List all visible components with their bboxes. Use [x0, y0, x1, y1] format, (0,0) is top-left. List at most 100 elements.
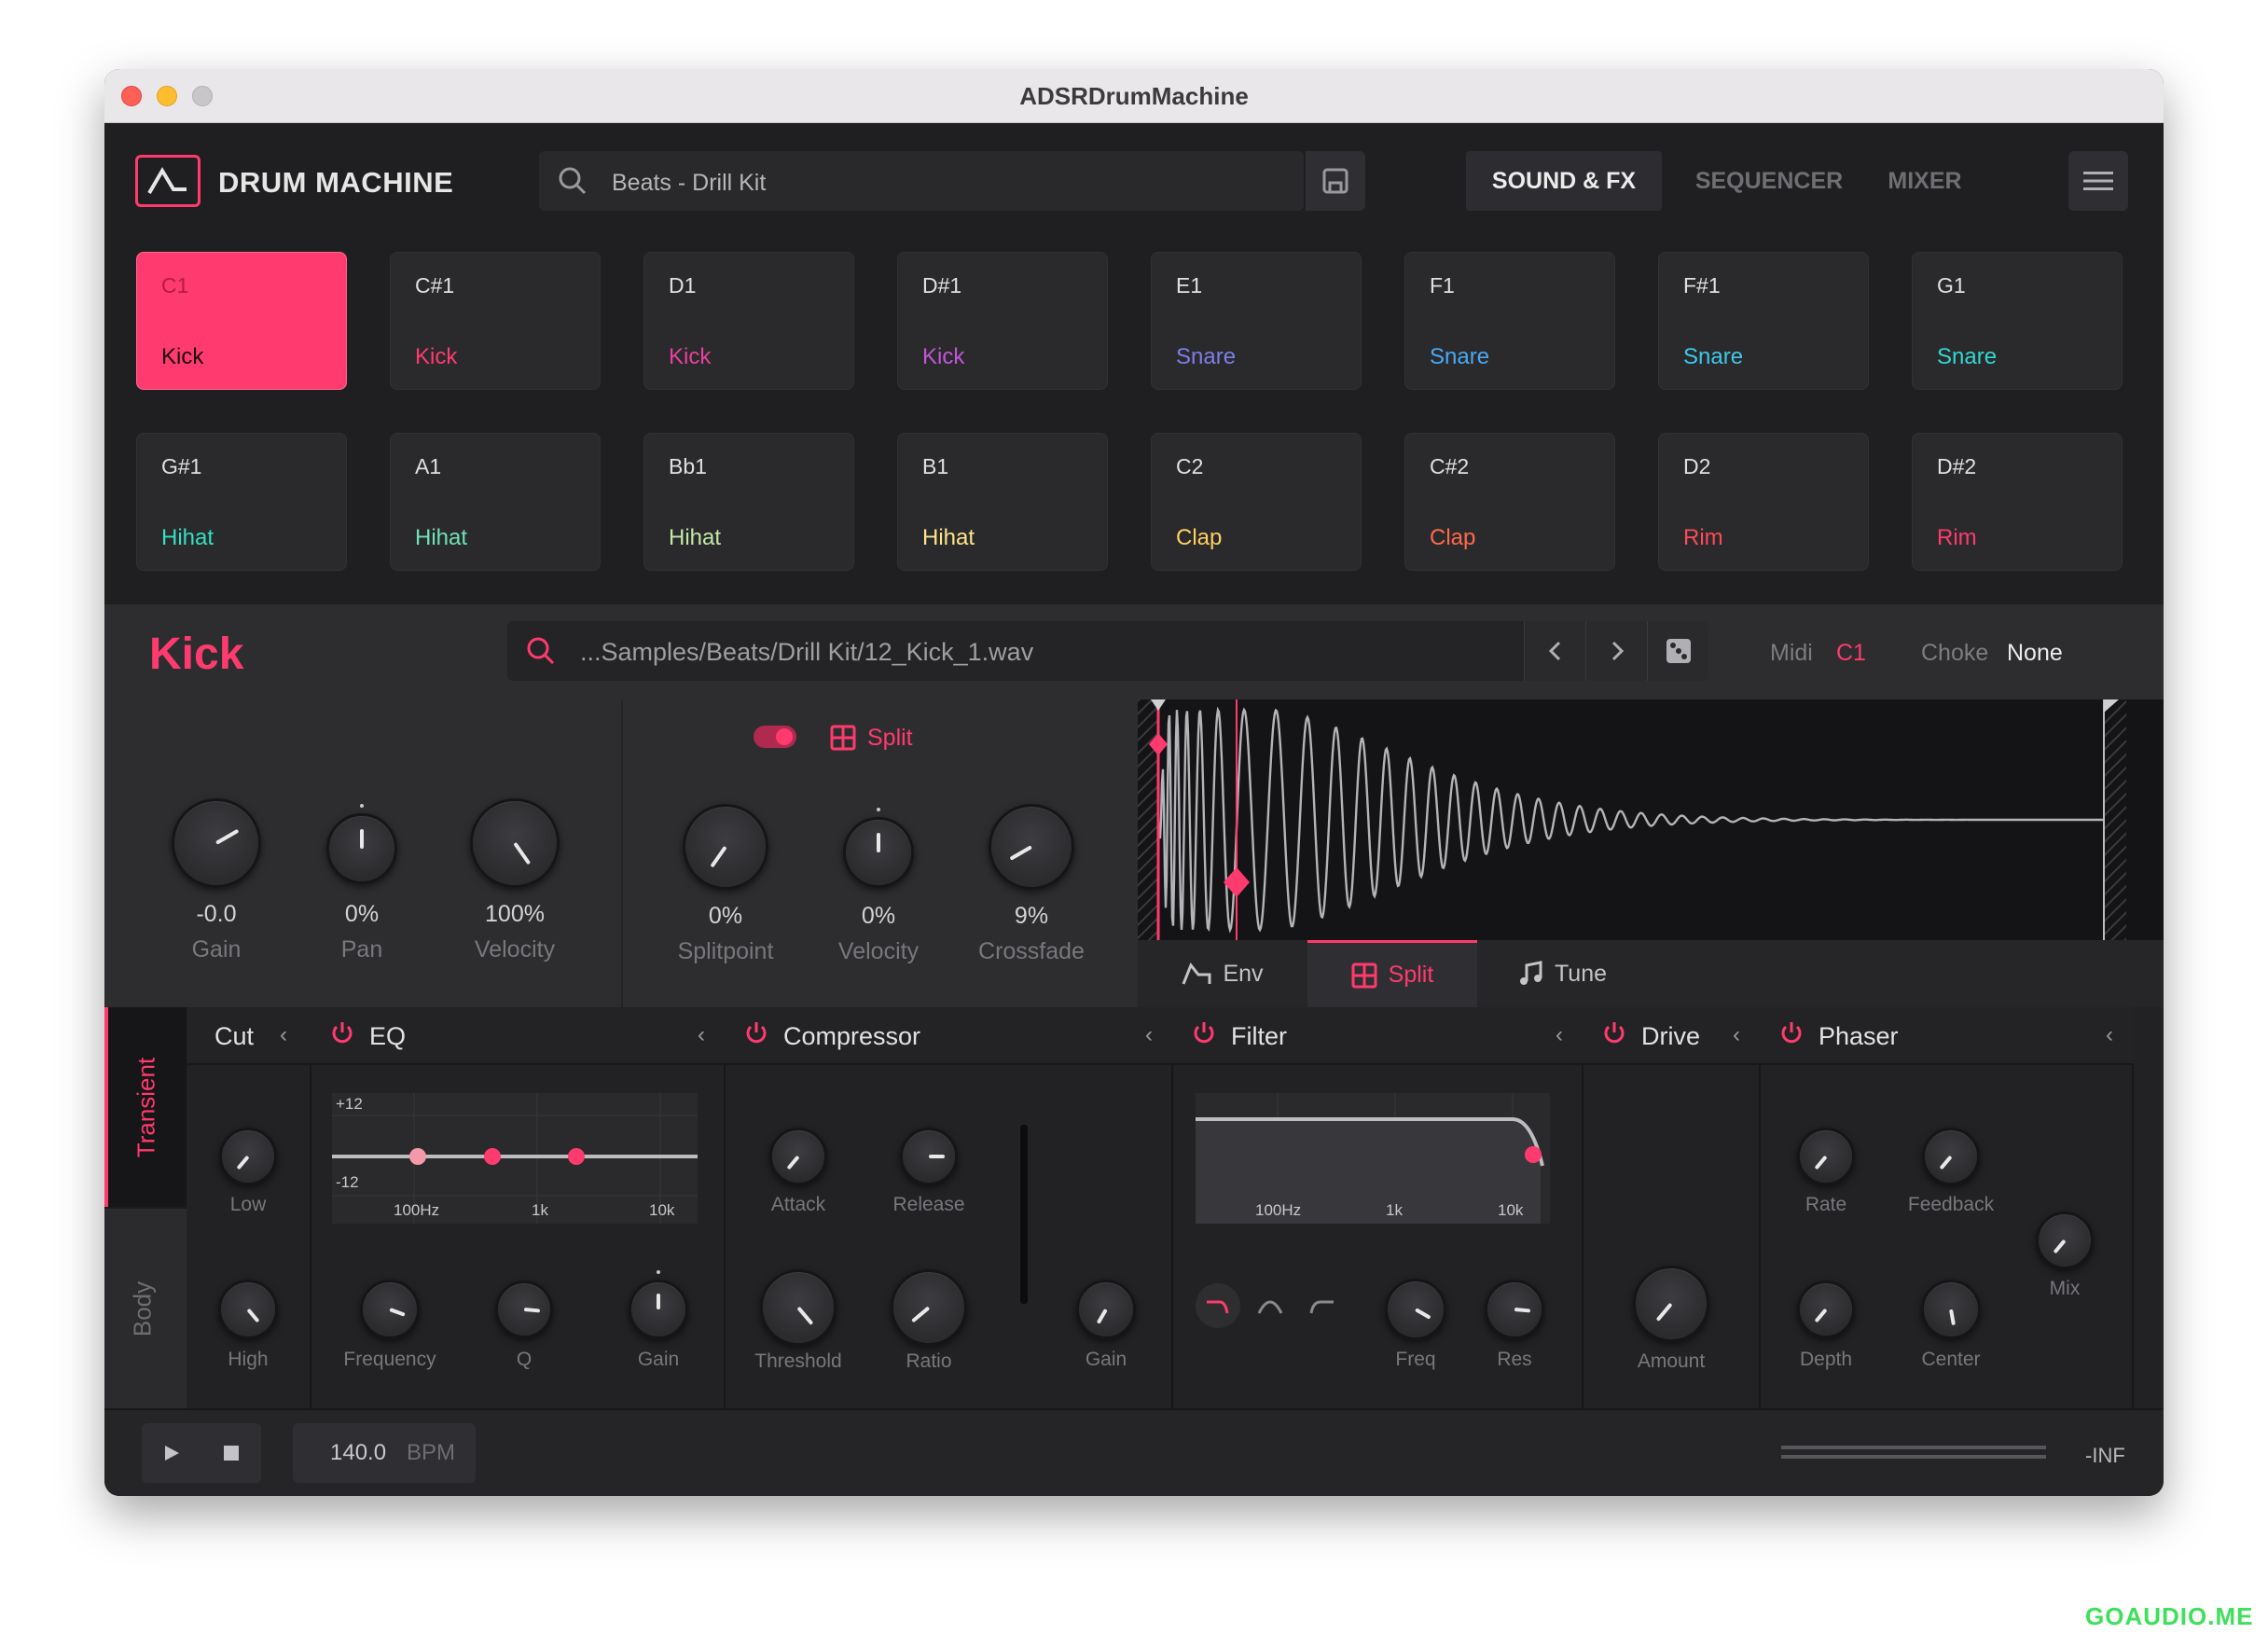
- preset-name[interactable]: Beats - Drill Kit: [612, 170, 766, 197]
- comp-gain-knob[interactable]: [1076, 1280, 1136, 1339]
- chevron-left-icon[interactable]: ‹: [698, 1022, 705, 1048]
- lowpass-button[interactable]: [1196, 1283, 1240, 1328]
- pad-sound-name: Hihat: [922, 525, 975, 550]
- sample-path[interactable]: ...Samples/Beats/Drill Kit/12_Kick_1.wav: [580, 638, 1033, 667]
- pad-note: D1: [669, 273, 697, 298]
- drum-pad[interactable]: C#1 Kick: [390, 252, 601, 390]
- drum-pad[interactable]: E1 Snare: [1151, 252, 1362, 390]
- tab-tune[interactable]: Tune: [1477, 940, 1647, 1007]
- transport-buttons: [142, 1423, 261, 1483]
- phaser-depth-knob[interactable]: [1797, 1281, 1855, 1338]
- drum-pad[interactable]: D#1 Kick: [897, 252, 1108, 390]
- waveform[interactable]: [1138, 699, 2164, 940]
- drum-pad[interactable]: A1 Hihat: [390, 433, 601, 571]
- eq-gain-knob[interactable]: [629, 1280, 688, 1339]
- menu-button[interactable]: [2068, 151, 2128, 211]
- threshold-knob[interactable]: [760, 1269, 837, 1346]
- tab-body[interactable]: Body: [104, 1209, 187, 1408]
- random-sample-button[interactable]: [1647, 621, 1708, 681]
- pad-sound-name: Clap: [1430, 525, 1476, 550]
- chevron-left-icon[interactable]: ‹: [1145, 1022, 1153, 1048]
- chevron-left-icon[interactable]: ‹: [1556, 1022, 1563, 1048]
- tab-transient[interactable]: Transient: [104, 1007, 187, 1207]
- splitpoint-knob[interactable]: [683, 804, 768, 890]
- waveform-display[interactable]: [1138, 699, 2164, 940]
- power-icon[interactable]: [330, 1020, 354, 1045]
- drum-pad[interactable]: C#2 Clap: [1404, 433, 1615, 571]
- drum-pad[interactable]: F1 Snare: [1404, 252, 1615, 390]
- save-button[interactable]: [1306, 151, 1365, 211]
- phaser-center-knob[interactable]: [1921, 1280, 1981, 1339]
- window-title: ADSRDrumMachine: [1019, 82, 1249, 110]
- drum-pad[interactable]: C1 Kick: [136, 252, 347, 390]
- filter-cutoff-point: [1525, 1146, 1542, 1163]
- pad-sound-name: Snare: [1937, 344, 1998, 369]
- drum-pad[interactable]: D2 Rim: [1658, 433, 1869, 571]
- pan-label: Pan: [340, 936, 383, 962]
- velocity-knob[interactable]: [470, 798, 560, 888]
- eq-q-knob[interactable]: [495, 1281, 553, 1338]
- velocity-value: 100%: [485, 901, 545, 927]
- power-icon[interactable]: [1602, 1020, 1626, 1045]
- filter-res-knob[interactable]: [1485, 1280, 1544, 1339]
- release-knob[interactable]: [900, 1128, 958, 1185]
- tab-mixer[interactable]: MIXER: [1867, 151, 1983, 211]
- pad-sound-name: Kick: [669, 344, 712, 369]
- drum-pad[interactable]: G#1 Hihat: [136, 433, 347, 571]
- pad-note: Bb1: [669, 454, 707, 478]
- center-mark: [657, 1270, 660, 1274]
- cut-high-knob[interactable]: [218, 1280, 278, 1339]
- tab-env[interactable]: Env: [1138, 940, 1307, 1007]
- phaser-mix-knob[interactable]: [2036, 1212, 2094, 1269]
- pan-knob[interactable]: [326, 813, 397, 884]
- filter-curve-display[interactable]: [1196, 1093, 1550, 1224]
- chevron-left-icon[interactable]: ‹: [280, 1022, 287, 1048]
- power-icon[interactable]: [1192, 1020, 1216, 1045]
- split-toggle[interactable]: [754, 726, 796, 748]
- power-icon[interactable]: [744, 1020, 768, 1045]
- bpm-value[interactable]: 140.0: [330, 1440, 386, 1466]
- ratio-knob[interactable]: [891, 1269, 967, 1346]
- pad-note: G#1: [161, 454, 202, 478]
- next-sample-button[interactable]: [1585, 621, 1647, 681]
- output-level: -INF: [2085, 1444, 2125, 1467]
- drum-pad[interactable]: D#2 Rim: [1912, 433, 2123, 571]
- chevron-left-icon[interactable]: ‹: [2106, 1022, 2113, 1048]
- gain-knob[interactable]: [172, 798, 261, 888]
- bandpass-button[interactable]: [1248, 1283, 1293, 1328]
- chevron-left-icon[interactable]: ‹: [1733, 1022, 1740, 1048]
- choke-label: Choke: [1921, 640, 1989, 666]
- choke-value[interactable]: None: [2007, 640, 2063, 667]
- output-meter-left: [1781, 1446, 2046, 1449]
- power-icon[interactable]: [1779, 1020, 1804, 1045]
- pad-sound-name: Rim: [1683, 525, 1723, 550]
- stop-button[interactable]: [201, 1423, 261, 1483]
- drum-pad[interactable]: G1 Snare: [1912, 252, 2123, 390]
- drum-pad[interactable]: F#1 Snare: [1658, 252, 1869, 390]
- cut-title: Cut: [214, 1022, 255, 1050]
- eq-curve-display[interactable]: [332, 1093, 698, 1224]
- play-button[interactable]: [142, 1423, 201, 1483]
- drive-amount-knob[interactable]: [1633, 1266, 1709, 1342]
- split-velocity-knob[interactable]: [843, 817, 914, 888]
- tab-sequencer[interactable]: SEQUENCER: [1680, 151, 1858, 211]
- highpass-button[interactable]: [1300, 1283, 1345, 1328]
- prev-sample-button[interactable]: [1524, 621, 1585, 681]
- crossfade-knob[interactable]: [989, 804, 1074, 890]
- midi-note-value[interactable]: C1: [1836, 640, 1866, 667]
- phaser-rate-knob[interactable]: [1797, 1128, 1855, 1185]
- phaser-title: Phaser: [1819, 1022, 1899, 1050]
- tab-split[interactable]: Split: [1307, 940, 1477, 1007]
- pad-sound-name: Rim: [1937, 525, 1977, 550]
- eq-y-top: +12: [336, 1095, 363, 1113]
- drum-pad[interactable]: C2 Clap: [1151, 433, 1362, 571]
- tab-sound-fx[interactable]: SOUND & FX: [1466, 151, 1662, 211]
- drum-pad[interactable]: B1 Hihat: [897, 433, 1108, 571]
- cut-low-knob[interactable]: [219, 1128, 277, 1185]
- phaser-feedback-knob[interactable]: [1922, 1128, 1980, 1185]
- attack-knob[interactable]: [769, 1128, 827, 1185]
- filter-freq-knob[interactable]: [1385, 1279, 1446, 1340]
- drum-pad[interactable]: Bb1 Hihat: [643, 433, 854, 571]
- eq-frequency-knob[interactable]: [360, 1280, 420, 1339]
- drum-pad[interactable]: D1 Kick: [643, 252, 854, 390]
